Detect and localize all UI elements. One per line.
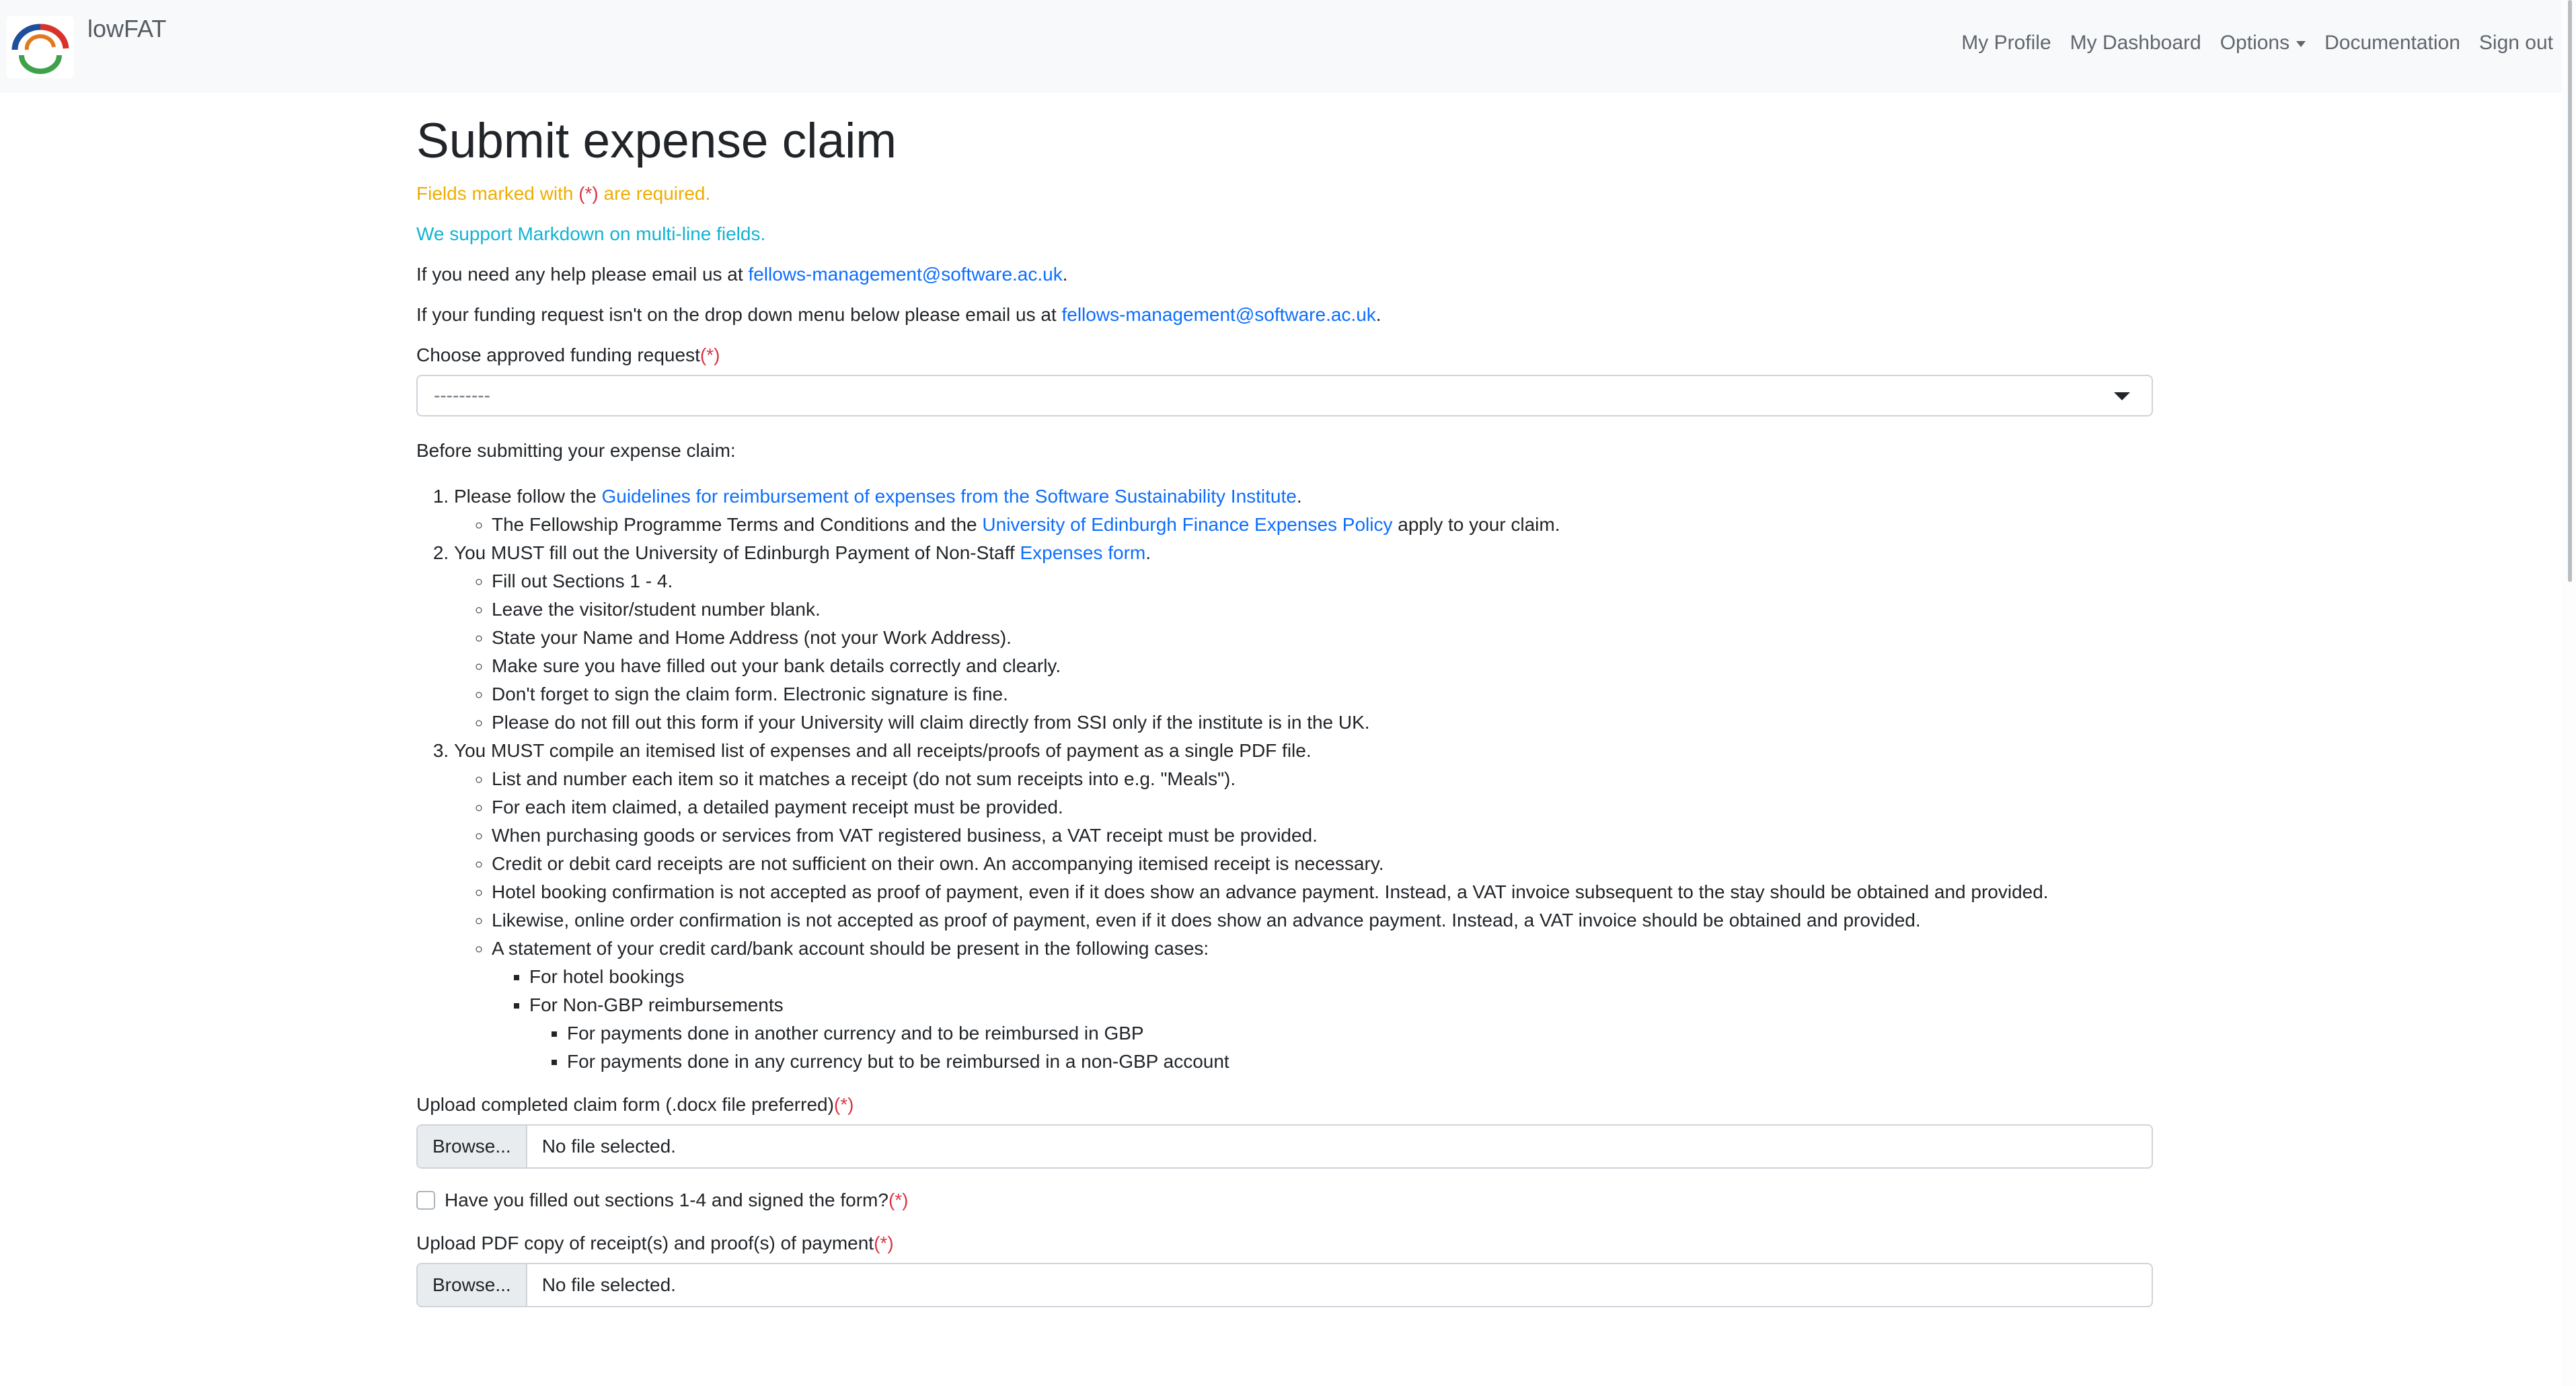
statement-case-text: For Non-GBP reimbursements bbox=[529, 994, 784, 1016]
sublist-item: For each item claimed, a detailed paymen… bbox=[492, 793, 2153, 822]
browse-button[interactable]: Browse... bbox=[418, 1126, 527, 1168]
nav-options-dropdown[interactable]: Options bbox=[2220, 32, 2306, 54]
receipt-label-text: Upload PDF copy of receipt(s) and proof(… bbox=[416, 1233, 874, 1254]
funding-email-link[interactable]: fellows-management@software.ac.uk bbox=[1061, 304, 1375, 325]
checkbox-label-text: Have you filled out sections 1-4 and sig… bbox=[445, 1190, 888, 1211]
sublist-text: A statement of your credit card/bank acc… bbox=[492, 938, 1209, 959]
required-marker: (*) bbox=[833, 1094, 854, 1116]
instruction-item-3: You MUST compile an itemised list of exp… bbox=[454, 737, 2153, 1076]
sublist-item: Don't forget to sign the claim form. Ele… bbox=[492, 680, 2153, 708]
help-text: If you need any help please email us at bbox=[416, 264, 749, 285]
statement-case-item: For Non-GBP reimbursements For payments … bbox=[529, 991, 2153, 1076]
sublist-item: Likewise, online order confirmation is n… bbox=[492, 906, 2153, 935]
statement-case-item: For hotel bookings bbox=[529, 963, 2153, 991]
sections-signed-row: Have you filled out sections 1-4 and sig… bbox=[416, 1186, 2153, 1214]
instruction-item-1: Please follow the Guidelines for reimbur… bbox=[454, 482, 2153, 539]
funding-request-label: Choose approved funding request(*) bbox=[416, 341, 2153, 369]
sublist-item: Fill out Sections 1 - 4. bbox=[492, 567, 2153, 595]
sublist-item: Please do not fill out this form if your… bbox=[492, 708, 2153, 737]
sections-signed-label[interactable]: Have you filled out sections 1-4 and sig… bbox=[445, 1186, 909, 1214]
sublist-item: Make sure you have filled out your bank … bbox=[492, 652, 2153, 680]
instruction-text-end: . bbox=[1145, 542, 1151, 564]
sublist-item: Hotel booking confirmation is not accept… bbox=[492, 878, 2153, 906]
receipt-upload-label: Upload PDF copy of receipt(s) and proof(… bbox=[416, 1229, 2153, 1257]
non-gbp-cases-list: For payments done in another currency an… bbox=[529, 1019, 2153, 1076]
help-email-link[interactable]: fellows-management@software.ac.uk bbox=[748, 264, 1062, 285]
sublist-item: Credit or debit card receipts are not su… bbox=[492, 850, 2153, 878]
nav-links: My Profile My Dashboard Options Document… bbox=[1942, 32, 2553, 54]
lowfat-logo[interactable] bbox=[7, 16, 74, 78]
non-gbp-case-item: For payments done in any currency but to… bbox=[567, 1048, 2153, 1076]
nav-my-profile[interactable]: My Profile bbox=[1961, 32, 2051, 54]
guidelines-link[interactable]: Guidelines for reimbursement of expenses… bbox=[601, 486, 1296, 507]
help-text-end: . bbox=[1062, 264, 1068, 285]
nav-options-label: Options bbox=[2220, 32, 2290, 54]
sublist-item: State your Name and Home Address (not yo… bbox=[492, 624, 2153, 652]
required-marker: (*) bbox=[874, 1233, 894, 1254]
required-note-text-end: are required. bbox=[598, 183, 711, 205]
statement-cases-list: For hotel bookings For Non-GBP reimburse… bbox=[492, 963, 2153, 1076]
sublist-item: A statement of your credit card/bank acc… bbox=[492, 935, 2153, 1076]
claim-form-upload-label: Upload completed claim form (.docx file … bbox=[416, 1091, 2153, 1119]
funding-select-value: --------- bbox=[434, 385, 490, 406]
funding-label-text: Choose approved funding request bbox=[416, 344, 700, 366]
browse-button[interactable]: Browse... bbox=[418, 1264, 527, 1307]
funding-text: If your funding request isn't on the dro… bbox=[416, 304, 1062, 326]
instruction-text: Please follow the bbox=[454, 486, 602, 507]
file-status: No file selected. bbox=[541, 1136, 676, 1157]
instruction-text: You MUST fill out the University of Edin… bbox=[454, 542, 1020, 564]
sublist-text-end: apply to your claim. bbox=[1392, 514, 1560, 536]
instruction-text: You MUST compile an itemised list of exp… bbox=[454, 740, 1312, 762]
receipt-file-input[interactable]: Browse... No file selected. bbox=[416, 1263, 2153, 1308]
sublist-item: The Fellowship Programme Terms and Condi… bbox=[492, 511, 2153, 539]
sublist-item: List and number each item so it matches … bbox=[492, 765, 2153, 793]
funding-request-select[interactable]: --------- bbox=[416, 375, 2153, 417]
nav-my-dashboard[interactable]: My Dashboard bbox=[2070, 32, 2201, 54]
main-content: Submit expense claim Fields marked with … bbox=[416, 114, 2153, 1308]
required-marker: (*) bbox=[888, 1190, 909, 1211]
funding-note: If your funding request isn't on the dro… bbox=[416, 301, 2153, 329]
nav-documentation[interactable]: Documentation bbox=[2324, 32, 2460, 54]
file-status: No file selected. bbox=[541, 1274, 676, 1296]
instruction-text-end: . bbox=[1296, 486, 1302, 507]
instructions-list: Please follow the Guidelines for reimbur… bbox=[416, 482, 2153, 1076]
scrollbar-thumb[interactable] bbox=[2568, 0, 2572, 582]
brand-name[interactable]: lowFAT bbox=[87, 15, 166, 43]
expenses-form-link[interactable]: Expenses form bbox=[1020, 542, 1145, 563]
caret-down-icon bbox=[2114, 392, 2130, 401]
instruction-1-sublist: The Fellowship Programme Terms and Condi… bbox=[454, 511, 2153, 539]
non-gbp-case-item: For payments done in another currency an… bbox=[567, 1019, 2153, 1048]
required-fields-note: Fields marked with (*) are required. bbox=[416, 180, 2153, 208]
claim-form-file-input[interactable]: Browse... No file selected. bbox=[416, 1124, 2153, 1169]
sublist-text: The Fellowship Programme Terms and Condi… bbox=[492, 514, 983, 536]
markdown-note: We support Markdown on multi-line fields… bbox=[416, 223, 766, 245]
help-note: If you need any help please email us at … bbox=[416, 260, 2153, 289]
sublist-item: When purchasing goods or services from V… bbox=[492, 822, 2153, 850]
instruction-item-2: You MUST fill out the University of Edin… bbox=[454, 539, 2153, 737]
claim-form-label-text: Upload completed claim form (.docx file … bbox=[416, 1094, 834, 1116]
instruction-2-sublist: Fill out Sections 1 - 4. Leave the visit… bbox=[454, 567, 2153, 737]
sublist-item: Leave the visitor/student number blank. bbox=[492, 595, 2153, 624]
sections-signed-checkbox[interactable] bbox=[416, 1191, 435, 1210]
required-marker: (*) bbox=[578, 183, 599, 205]
page-scrollbar[interactable] bbox=[2561, 0, 2576, 1386]
required-marker: (*) bbox=[699, 344, 720, 366]
page-title: Submit expense claim bbox=[416, 114, 897, 168]
required-note-text: Fields marked with bbox=[416, 183, 579, 205]
navbar: lowFAT My Profile My Dashboard Options D… bbox=[0, 0, 2576, 93]
nav-sign-out[interactable]: Sign out bbox=[2479, 32, 2553, 54]
chevron-down-icon bbox=[2296, 40, 2306, 47]
instruction-3-sublist: List and number each item so it matches … bbox=[454, 765, 2153, 1076]
before-heading: Before submitting your expense claim: bbox=[416, 440, 736, 462]
finance-policy-link[interactable]: University of Edinburgh Finance Expenses… bbox=[982, 514, 1392, 535]
logo-icon bbox=[11, 24, 69, 74]
funding-text-end: . bbox=[1375, 304, 1381, 326]
